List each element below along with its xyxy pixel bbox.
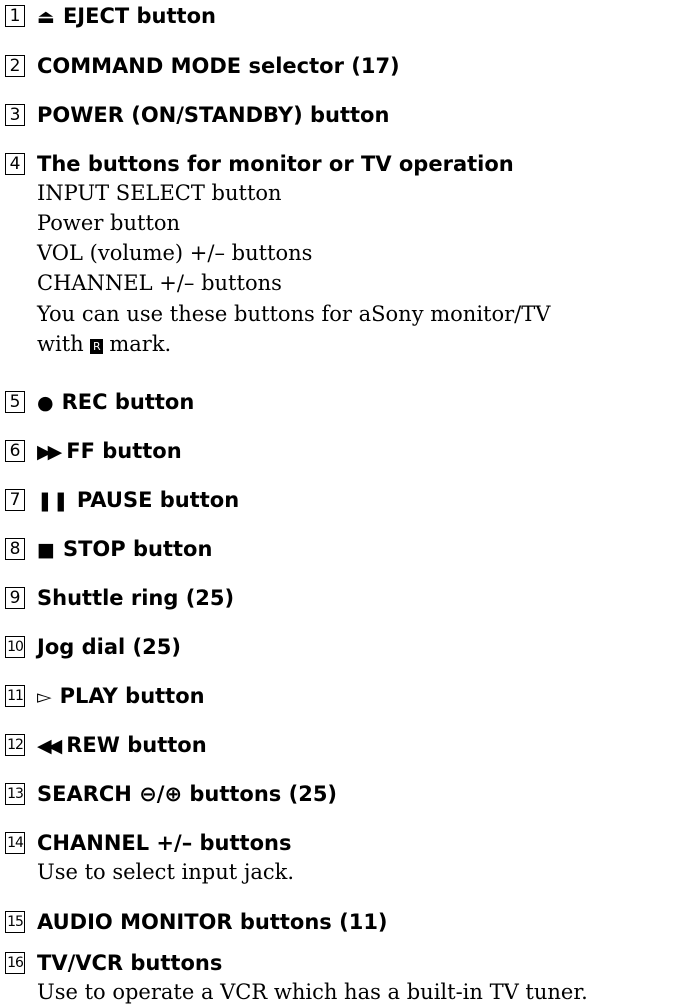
- item-label: The buttons for monitor or TV operation: [37, 152, 514, 176]
- item-number-box: 5: [5, 391, 25, 413]
- item-description-line: Use to select input jack.: [37, 860, 295, 884]
- item-label: STOP button: [62, 537, 213, 561]
- item-number-box: 15: [5, 911, 25, 933]
- item-number-box: 4: [5, 153, 25, 175]
- fast-forward-icon: ▶▶: [37, 441, 62, 463]
- item-label: TV/VCR buttons: [37, 951, 223, 975]
- item-description-line: Use to operate a VCR which has a built-i…: [37, 980, 588, 1004]
- item-label: REW button: [66, 733, 207, 757]
- item-number-box: 9: [5, 587, 25, 609]
- item-label: REC button: [61, 390, 195, 414]
- item-number-box: 6: [5, 440, 25, 462]
- item-description-line: VOL (volume) +/– buttons: [37, 241, 313, 265]
- item-description-line: You can use these buttons for aSony moni…: [37, 302, 551, 326]
- item-label: POWER (ON/STANDBY) button: [37, 103, 390, 127]
- item-label: EJECT button: [62, 4, 216, 28]
- pause-icon: ❚❚: [37, 490, 69, 512]
- item-number-box: 11: [5, 685, 25, 707]
- item-label: PLAY button: [59, 684, 205, 708]
- rewind-icon: ◀◀: [37, 735, 62, 757]
- item-description-line: Power button: [37, 211, 181, 235]
- item-description-line: INPUT SELECT button: [37, 181, 282, 205]
- item-number-box: 14: [5, 832, 25, 854]
- item-label: COMMAND MODE selector (17): [37, 54, 400, 78]
- item-label: PAUSE button: [76, 488, 240, 512]
- item-description-line: with Rmark.: [37, 332, 172, 356]
- item-number-box: 2: [5, 55, 25, 77]
- eject-icon: ⏏: [37, 6, 55, 28]
- item-number-box: 13: [5, 783, 25, 805]
- item-number-box: 3: [5, 104, 25, 126]
- item-label: Jog dial (25): [37, 635, 181, 659]
- item-description-line: CHANNEL +/– buttons: [37, 271, 282, 295]
- remote-commander-mark-icon: R: [90, 339, 104, 354]
- item-number-box: 10: [5, 636, 25, 658]
- item-label: CHANNEL +/– buttons: [37, 831, 292, 855]
- stop-icon: ■: [37, 539, 55, 561]
- item-number-box: 8: [5, 538, 25, 560]
- item-number-box: 12: [5, 734, 25, 756]
- item-label: SEARCH ⊖/⊕ buttons (25): [37, 782, 338, 806]
- item-number-box: 1: [5, 5, 25, 27]
- item-number-box: 7: [5, 489, 25, 511]
- play-icon: ▻: [37, 686, 52, 708]
- item-label: AUDIO MONITOR buttons (11): [37, 910, 388, 934]
- record-icon: ●: [37, 392, 54, 414]
- item-label: FF button: [66, 439, 182, 463]
- item-label: Shuttle ring (25): [37, 586, 235, 610]
- item-number-box: 16: [5, 952, 25, 974]
